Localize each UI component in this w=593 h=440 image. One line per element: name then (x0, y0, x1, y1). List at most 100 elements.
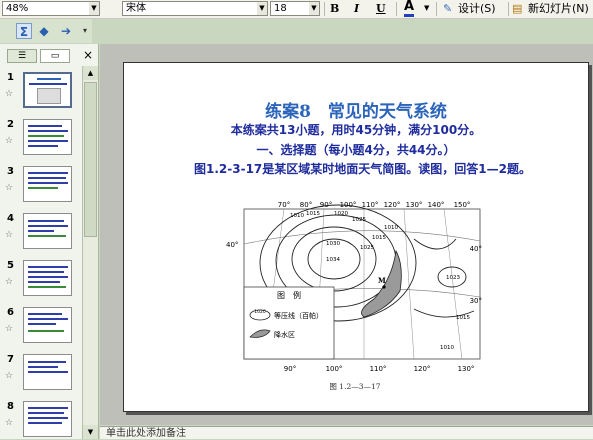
drawing-toolbar: Σ ◆ ➔ ▾ (0, 19, 92, 43)
slide-thumbnail-3[interactable]: 3 ☆ (0, 164, 82, 210)
underline-button[interactable]: U (376, 0, 386, 17)
isobar-value: 1034 (326, 257, 340, 263)
close-icon[interactable]: × (83, 48, 93, 62)
lon-label: 130° (458, 365, 475, 373)
slide-preview (23, 260, 72, 296)
lon-label: 90° (284, 365, 296, 373)
slide-thumbnail-4[interactable]: 4 ☆ (0, 211, 82, 257)
star-icon: ☆ (5, 371, 14, 381)
slide-number: 6 (7, 307, 14, 318)
toolbar-options-icon[interactable]: ▾ (80, 23, 90, 39)
new-slide-icon: ▤ (512, 2, 523, 15)
chevron-down-icon[interactable]: ▼ (424, 0, 429, 17)
zoom-select[interactable]: 48% ▼ (2, 1, 100, 16)
slide-preview (23, 307, 72, 343)
lat-label: 30° (470, 297, 482, 305)
legend-isobar-label: 等压线（百帕） (274, 311, 323, 320)
isobar-value: 1010 (384, 225, 398, 231)
weather-map[interactable]: M 70° 80° 90° 100° 110° 120° 130° 140° 1… (224, 199, 486, 395)
notes-placeholder: 单击此处添加备注 (106, 428, 186, 439)
slide-thumbnail-list: 1 ☆ 2 ☆ 3 ☆ 4 ☆ 5 ☆ 6 ☆ 7 ☆ 8 ☆ (0, 66, 82, 439)
slide-number: 3 (7, 166, 14, 177)
chevron-down-icon[interactable]: ▼ (309, 2, 319, 15)
toolbar-separator (396, 2, 397, 16)
slides-panel: ☰ ▭ × 1 ☆ 2 ☆ 3 ☆ 4 ☆ 5 ☆ 6 ☆ 7 ☆ 8 ☆ ▲ … (0, 44, 99, 439)
scroll-down-icon[interactable]: ▼ (83, 425, 98, 439)
chevron-down-icon[interactable]: ▼ (89, 2, 99, 15)
slide-thumbnail-2[interactable]: 2 ☆ (0, 117, 82, 163)
slide-number: 7 (7, 354, 14, 365)
isobar-value: 1023 (446, 275, 460, 281)
isobar-value: 1010 (440, 345, 454, 351)
sigma-icon[interactable]: Σ (16, 23, 32, 39)
legend-isobar-sample: 1020 (254, 309, 266, 315)
legend-title: 图 例 (277, 290, 301, 300)
slide-number: 4 (7, 213, 14, 224)
point-m (382, 285, 386, 289)
lon-label: 90° (320, 201, 332, 209)
tab-slides[interactable]: ▭ (40, 49, 70, 63)
lon-label: 130° (406, 201, 423, 209)
notes-pane[interactable]: 单击此处添加备注 (100, 426, 593, 439)
slide-thumbnail-6[interactable]: 6 ☆ (0, 305, 82, 351)
lon-label: 110° (370, 365, 387, 373)
star-icon: ☆ (5, 89, 14, 99)
font-name-value: 宋体 (126, 3, 146, 14)
bold-button[interactable]: B (330, 0, 339, 17)
tab-outline[interactable]: ☰ (7, 49, 37, 63)
isobar-value: 1020 (334, 211, 348, 217)
isobar-value: 1025 (352, 217, 366, 223)
chevron-down-icon[interactable]: ▼ (257, 2, 267, 15)
star-icon: ☆ (5, 418, 14, 428)
current-slide[interactable]: 练案8 常见的天气系统 本练案共13小题，用时45分钟，满分100分。 一、选择… (123, 62, 589, 412)
panel-scrollbar[interactable]: ▲ ▼ (82, 66, 98, 439)
lon-label: 100° (326, 365, 343, 373)
slide-thumbnail-1[interactable]: 1 ☆ (0, 70, 82, 116)
slide-preview (23, 401, 72, 437)
lon-label: 70° (278, 201, 290, 209)
star-icon: ☆ (5, 324, 14, 334)
lon-label: 100° (340, 201, 357, 209)
scrollbar-thumb[interactable] (84, 82, 97, 237)
lon-label: 120° (384, 201, 401, 209)
slide-editor: 练案8 常见的天气系统 本练案共13小题，用时45分钟，满分100分。 一、选择… (100, 44, 593, 425)
font-size-value: 18 (274, 3, 287, 14)
slide-preview (23, 213, 72, 249)
toolbar-separator (324, 2, 325, 16)
italic-button[interactable]: I (354, 0, 359, 17)
star-icon: ☆ (5, 136, 14, 146)
slide-question-text[interactable]: 图1.2-3-17是某区域某时地面天气简图。读图，回答1—2题。 (164, 160, 544, 178)
slide-title[interactable]: 练案8 常见的天气系统 (124, 97, 588, 122)
formatting-toolbar: 48% ▼ 宋体 ▼ 18 ▼ B I U A ▼ ✎ 设计(S) ▤ 新幻灯片… (0, 0, 593, 19)
slide-thumbnail-7[interactable]: 7 ☆ (0, 352, 82, 398)
slide-preview (23, 166, 72, 202)
design-button[interactable]: 设计(S) (458, 0, 496, 17)
legend-rain-label: 降水区 (274, 330, 295, 339)
slide-thumbnail-8[interactable]: 8 ☆ (0, 399, 82, 439)
zoom-value: 48% (6, 3, 29, 14)
toolbar-separator (436, 2, 437, 16)
design-icon: ✎ (443, 2, 453, 15)
isobar-value: 1015 (456, 315, 470, 321)
lat-label: 40° (226, 241, 238, 249)
slide-number: 2 (7, 119, 14, 130)
forward-arrow-icon[interactable]: ➔ (58, 23, 74, 39)
font-color-button[interactable]: A (404, 0, 415, 17)
slide-thumbnail-5[interactable]: 5 ☆ (0, 258, 82, 304)
slide-section-heading[interactable]: 一、选择题（每小题4分，共44分。） (124, 141, 588, 158)
slide-preview (23, 354, 72, 390)
star-icon: ☆ (5, 277, 14, 287)
font-name-select[interactable]: 宋体 ▼ (122, 1, 268, 16)
star-icon: ☆ (5, 230, 14, 240)
font-size-select[interactable]: 18 ▼ (270, 1, 320, 16)
new-slide-button[interactable]: 新幻灯片(N) (528, 0, 589, 17)
back-arrow-icon[interactable]: ◆ (36, 23, 52, 39)
lat-label: 40° (470, 245, 482, 253)
lon-label: 110° (362, 201, 379, 209)
star-icon: ☆ (5, 183, 14, 193)
point-m-label: M (378, 276, 386, 285)
scroll-up-icon[interactable]: ▲ (83, 66, 98, 80)
isobar-value: 1025 (360, 245, 374, 251)
slide-intro[interactable]: 本练案共13小题，用时45分钟，满分100分。 (124, 121, 588, 138)
slide-preview (23, 119, 72, 155)
